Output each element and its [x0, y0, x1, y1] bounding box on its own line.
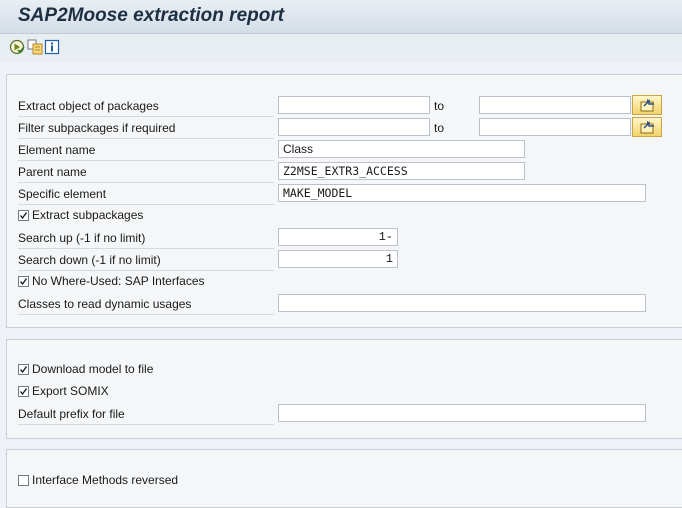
checkmark-icon — [19, 365, 28, 373]
extract-subpackages-label: Extract subpackages — [32, 208, 144, 222]
execute-icon[interactable] — [9, 39, 25, 55]
checkmark-icon — [19, 387, 28, 395]
search-down-input[interactable]: 1 — [278, 250, 398, 268]
default-prefix-label: Default prefix for file — [18, 404, 274, 425]
checkbox-box[interactable] — [18, 385, 29, 397]
filter-subpackages-label: Filter subpackages if required — [18, 118, 274, 139]
no-where-used-checkbox[interactable]: No Where-Used: SAP Interfaces — [18, 272, 205, 290]
filter-subpackages-to-input[interactable] — [479, 118, 631, 136]
export-somix-label: Export SOMIX — [32, 384, 109, 398]
title-bar: SAP2Moose extraction report — [0, 0, 682, 34]
extract-packages-to-input[interactable] — [479, 96, 631, 114]
extract-packages-multiple-selection-button[interactable] — [632, 95, 662, 115]
checkbox-box[interactable] — [18, 209, 29, 221]
default-prefix-input[interactable] — [278, 404, 646, 422]
checkbox-box[interactable] — [18, 363, 29, 375]
checkmark-icon — [19, 211, 28, 219]
classes-dynamic-label: Classes to read dynamic usages — [18, 294, 274, 315]
search-up-input[interactable]: 1- — [278, 228, 398, 246]
variant-icon[interactable] — [27, 39, 43, 55]
filter-subpackages-from-input[interactable] — [278, 118, 430, 136]
interface-methods-reversed-label: Interface Methods reversed — [32, 473, 179, 487]
classes-dynamic-input[interactable] — [278, 294, 646, 312]
search-down-label: Search down (-1 if no limit) — [18, 250, 274, 271]
extract-packages-to-label: to — [434, 99, 445, 113]
checkbox-box[interactable] — [18, 474, 29, 486]
specific-element-label: Specific element — [18, 184, 274, 205]
no-where-used-label: No Where-Used: SAP Interfaces — [32, 274, 205, 288]
search-up-label: Search up (-1 if no limit) — [18, 228, 274, 249]
extract-packages-label: Extract object of packages — [18, 96, 274, 117]
application-toolbar — [0, 34, 682, 62]
parent-name-label: Parent name — [18, 162, 274, 183]
filter-subpackages-to-label: to — [434, 121, 445, 135]
info-icon[interactable] — [44, 39, 60, 55]
multiple-selection-icon — [640, 121, 654, 134]
page-title: SAP2Moose extraction report — [18, 5, 285, 26]
checkbox-box[interactable] — [18, 275, 29, 287]
extract-packages-from-input[interactable] — [278, 96, 430, 114]
parent-name-input[interactable]: Z2MSE_EXTR3_ACCESS — [278, 162, 525, 180]
interface-methods-reversed-checkbox[interactable]: Interface Methods reversed — [18, 471, 178, 489]
element-name-label: Element name — [18, 140, 274, 161]
export-somix-checkbox[interactable]: Export SOMIX — [18, 382, 109, 400]
download-model-checkbox[interactable]: Download model to file — [18, 360, 153, 378]
extract-subpackages-checkbox[interactable]: Extract subpackages — [18, 206, 143, 224]
specific-element-input[interactable]: MAKE_MODEL — [278, 184, 646, 202]
multiple-selection-icon — [640, 99, 654, 112]
element-name-input[interactable]: Class — [278, 140, 525, 158]
checkmark-icon — [19, 277, 28, 285]
filter-subpackages-multiple-selection-button[interactable] — [632, 117, 662, 137]
download-model-label: Download model to file — [32, 362, 154, 376]
